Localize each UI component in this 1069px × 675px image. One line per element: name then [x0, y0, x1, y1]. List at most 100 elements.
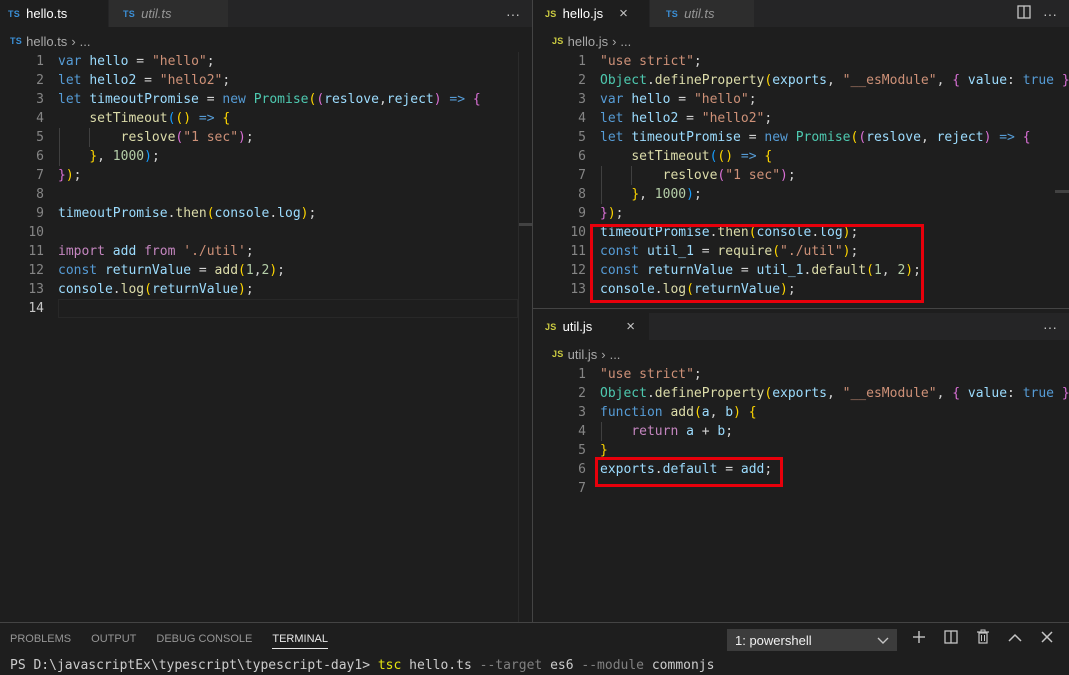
right-bottom-code-editor[interactable]: 1 "use strict"; 2 Object.defineProperty(exp… — [542, 365, 1069, 620]
chevron-down-icon — [877, 633, 889, 648]
terminal-arg: hello.ts — [401, 658, 480, 673]
terminal-output[interactable]: PS D:\javascriptEx\typescript\typescript… — [10, 658, 714, 673]
add-terminal-icon[interactable] — [910, 630, 928, 649]
code-line[interactable]: 1 var hello = "hello"; — [0, 52, 518, 71]
code-line[interactable]: 4 return a + b; — [542, 422, 1069, 441]
close-icon[interactable]: × — [619, 6, 628, 21]
terminal-flag: --module — [581, 658, 645, 673]
code-text: let hello2 = "hello2"; — [600, 111, 773, 126]
tab-debug-console[interactable]: DEBUG CONSOLE — [156, 633, 252, 649]
line-number: 6 — [36, 149, 44, 164]
line-number: 14 — [28, 301, 44, 316]
line-number: 2 — [578, 73, 586, 88]
code-line[interactable]: 9 timeoutPromise.then(console.log); — [0, 204, 518, 223]
terminal-arg: commonjs — [644, 658, 715, 673]
code-line[interactable]: 13 console.log(returnValue); — [0, 280, 518, 299]
javascript-file-icon: JS — [545, 321, 557, 332]
left-code-editor[interactable]: 1 var hello = "hello"; 2 let hello2 = "hell… — [0, 52, 518, 612]
left-scrollbar[interactable] — [518, 52, 533, 622]
ellipsis-icon[interactable]: ··· — [1043, 6, 1057, 22]
tab-label: util.js — [562, 319, 593, 334]
terminal-prompt: PS D:\javascriptEx\typescript\typescript… — [10, 658, 378, 673]
line-number: 7 — [578, 168, 586, 183]
code-line[interactable]: 2 let hello2 = "hello2"; — [0, 71, 518, 90]
group-divider[interactable] — [532, 0, 533, 622]
right-bottom-breadcrumb: JS util.js › ... — [552, 343, 621, 365]
code-line[interactable]: 3 var hello = "hello"; — [542, 90, 1069, 109]
code-line[interactable]: 2 Object.defineProperty(exports, "__esMod… — [542, 384, 1069, 403]
tab-label: hello.js — [562, 6, 604, 21]
line-number: 8 — [578, 187, 586, 202]
tab-util-js[interactable]: JS util.js × — [533, 313, 650, 340]
split-terminal-icon[interactable] — [942, 629, 960, 649]
trash-icon[interactable] — [974, 629, 992, 649]
scroll-thumb[interactable] — [519, 223, 533, 226]
vscode-window: TS hello.ts TS util.ts ··· TS hello.ts ›… — [0, 0, 1069, 675]
code-line[interactable]: 9}); — [542, 204, 1069, 223]
terminal-arg: es6 — [542, 658, 582, 673]
code-line[interactable]: 6 setTimeout(() => { — [542, 147, 1069, 166]
ellipsis-icon[interactable]: ··· — [506, 6, 520, 22]
code-line[interactable]: 5 reslove("1 sec"); — [0, 128, 518, 147]
code-line[interactable]: 4 let hello2 = "hello2"; — [542, 109, 1069, 128]
ellipsis-icon[interactable]: ··· — [1043, 319, 1057, 335]
code-line[interactable]: 7}); — [0, 166, 518, 185]
code-line[interactable]: 11 import add from './util'; — [0, 242, 518, 261]
tab-label: hello.ts — [26, 6, 68, 21]
code-line[interactable]: 4 setTimeout(() => { — [0, 109, 518, 128]
code-line[interactable]: 3 function add(a, b) { — [542, 403, 1069, 422]
code-line[interactable]: 5 let timeoutPromise = new Promise((reslo… — [542, 128, 1069, 147]
code-line[interactable]: 14 — [0, 299, 518, 318]
code-line[interactable]: 7 reslove("1 sec"); — [542, 166, 1069, 185]
panel-actions — [910, 629, 1056, 649]
tab-hello-js[interactable]: JS hello.js × — [533, 0, 650, 27]
breadcrumb-symbol[interactable]: ... — [610, 347, 621, 362]
javascript-file-icon: JS — [552, 349, 564, 359]
code-line[interactable]: 1 "use strict"; — [542, 52, 1069, 71]
terminal-select[interactable]: 1: powershell — [727, 629, 897, 651]
tab-problems[interactable]: PROBLEMS — [10, 633, 71, 649]
split-editor-icon[interactable] — [1017, 5, 1031, 22]
scroll-thumb[interactable] — [1055, 190, 1069, 193]
breadcrumb-file[interactable]: hello.ts — [26, 34, 67, 49]
editor-split-divider[interactable] — [533, 308, 1069, 309]
line-number: 4 — [578, 111, 586, 126]
code-text: "use strict"; — [600, 367, 702, 382]
breadcrumb-symbol[interactable]: ... — [80, 34, 91, 49]
code-line[interactable]: 8 }, 1000); — [542, 185, 1069, 204]
code-line[interactable]: 10 — [0, 223, 518, 242]
close-icon[interactable]: × — [626, 319, 635, 334]
indent-guide — [631, 166, 632, 185]
line-number: 4 — [36, 111, 44, 126]
line-number: 9 — [36, 206, 44, 221]
tab-util-ts[interactable]: TS util.ts — [650, 0, 755, 27]
code-line[interactable]: 3 let timeoutPromise = new Promise((reslo… — [0, 90, 518, 109]
line-number: 12 — [28, 263, 44, 278]
maximize-panel-icon[interactable] — [1006, 630, 1024, 648]
right-bottom-tab-bar: JS util.js × ··· — [533, 313, 1069, 340]
tab-terminal[interactable]: TERMINAL — [272, 633, 328, 649]
code-text: Object.defineProperty(exports, "__esModu… — [600, 386, 1069, 401]
left-breadcrumb: TS hello.ts › ... — [10, 30, 91, 52]
code-line[interactable]: 2 Object.defineProperty(exports, "__esMod… — [542, 71, 1069, 90]
typescript-file-icon: TS — [8, 8, 21, 19]
code-text: import add from './util'; — [58, 244, 254, 259]
close-panel-icon[interactable] — [1038, 630, 1056, 648]
code-text: function add(a, b) { — [600, 405, 757, 420]
right-top-breadcrumb: JS hello.js › ... — [552, 30, 632, 52]
typescript-file-icon: TS — [123, 8, 136, 19]
line-number: 2 — [578, 386, 586, 401]
code-line[interactable]: 8 — [0, 185, 518, 204]
code-text: }); — [600, 206, 624, 221]
indent-guide — [601, 422, 602, 441]
tab-output[interactable]: OUTPUT — [91, 633, 136, 649]
breadcrumb-file[interactable]: hello.js — [568, 34, 608, 49]
code-line[interactable]: 1 "use strict"; — [542, 365, 1069, 384]
tab-hello-ts[interactable]: TS hello.ts — [0, 0, 109, 27]
breadcrumb-file[interactable]: util.js — [568, 347, 598, 362]
breadcrumb-symbol[interactable]: ... — [620, 34, 631, 49]
tab-util-ts[interactable]: TS util.ts — [109, 0, 229, 27]
code-line[interactable]: 6 }, 1000); — [0, 147, 518, 166]
line-number: 10 — [28, 225, 44, 240]
code-line[interactable]: 12 const returnValue = add(1,2); — [0, 261, 518, 280]
